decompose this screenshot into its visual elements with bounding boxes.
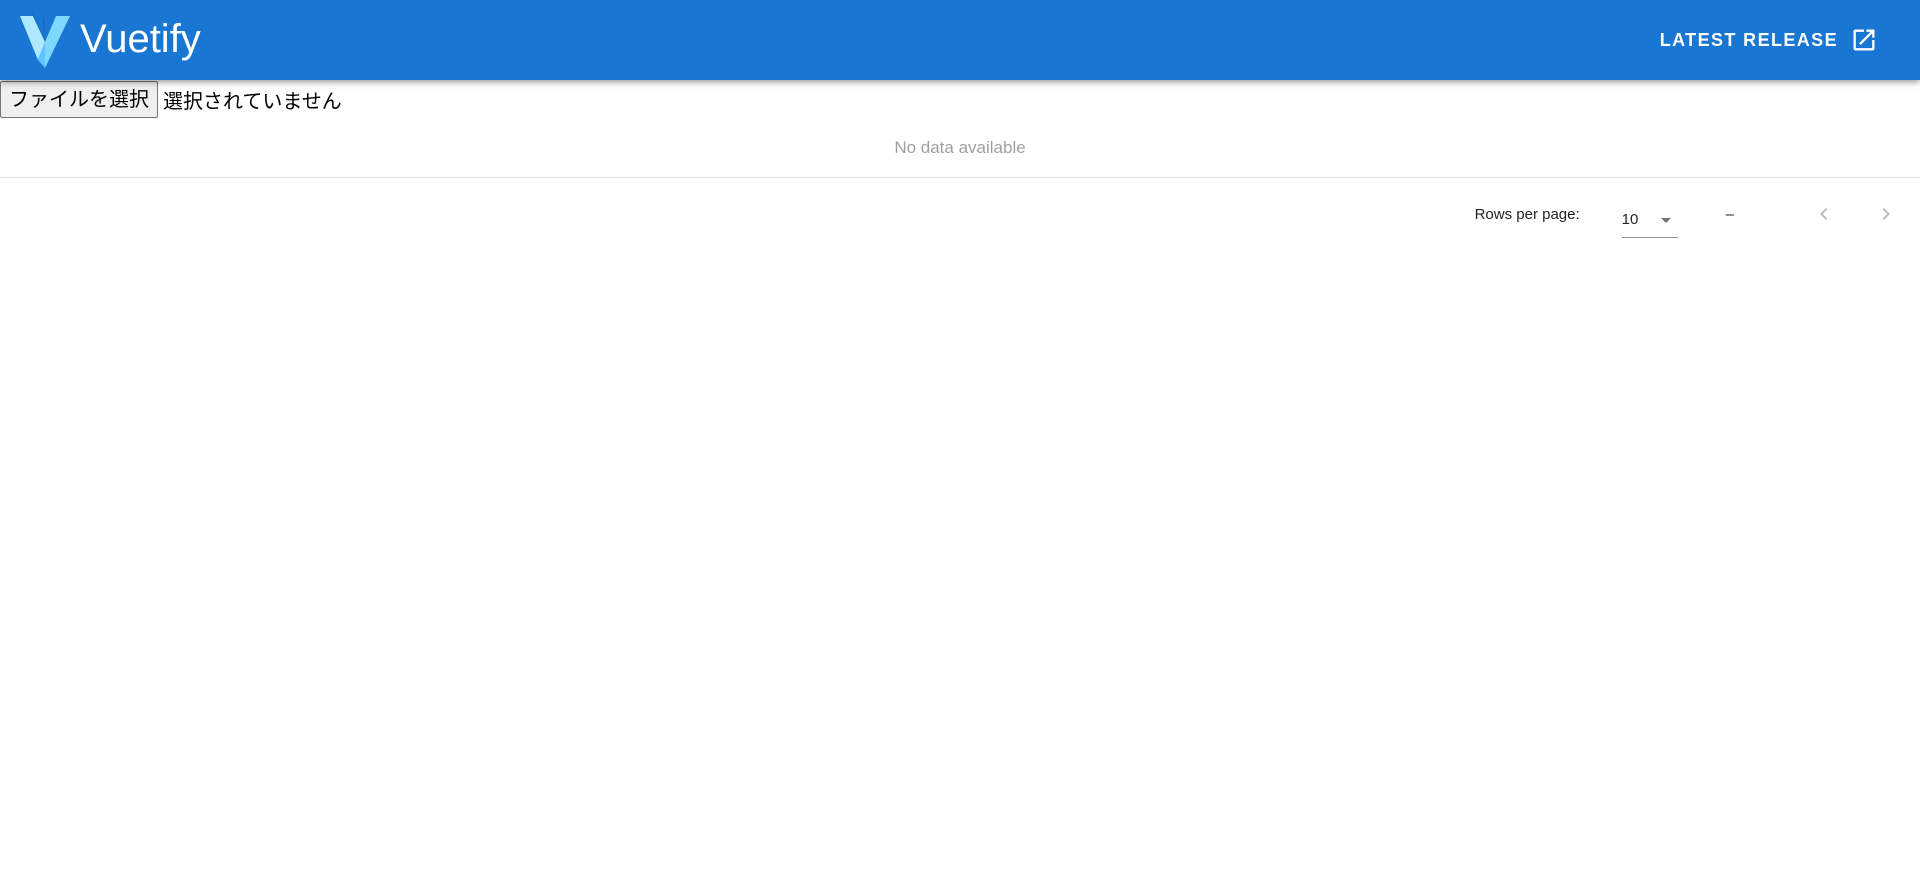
previous-page-button[interactable] [1800, 190, 1848, 238]
choose-file-button[interactable]: ファイルを選択 [0, 80, 158, 118]
file-status-text: 選択されていません [163, 88, 342, 113]
next-page-button[interactable] [1862, 190, 1910, 238]
rows-per-page-label: Rows per page: [1474, 205, 1580, 223]
data-table: No data available Rows per page: 10 – [0, 118, 1920, 250]
menu-down-icon [1660, 217, 1671, 223]
page-range-text: – [1725, 205, 1734, 223]
rows-per-page-value: 10 [1621, 211, 1639, 228]
vuetify-logo [20, 10, 70, 70]
file-input: ファイルを選択 選択されていません [0, 80, 342, 118]
app-bar: Vuetify LATEST RELEASE [0, 0, 1920, 80]
chevron-left-icon [1820, 208, 1828, 220]
rows-per-page-select[interactable]: 10 [1621, 202, 1678, 238]
latest-release-label: LATEST RELEASE [1659, 30, 1838, 50]
latest-release-button[interactable]: LATEST RELEASE [1652, 20, 1886, 60]
chevron-right-icon [1882, 208, 1890, 220]
table-footer: Rows per page: 10 – [0, 178, 1920, 250]
brand-title: Vuetify [80, 17, 201, 61]
open-in-new-icon [1853, 29, 1875, 51]
no-data-row: No data available [0, 118, 1920, 178]
no-data-text: No data available [894, 137, 1026, 157]
